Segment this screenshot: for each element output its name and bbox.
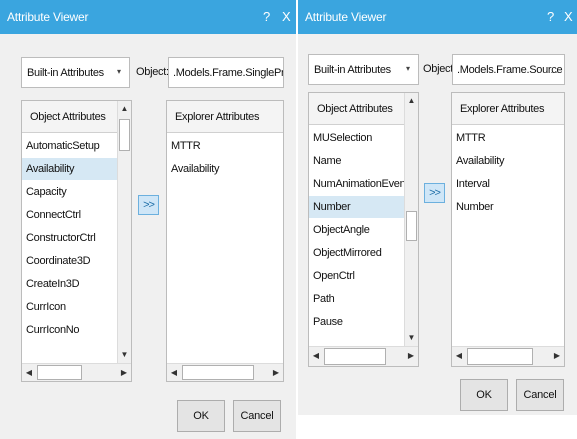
list-item[interactable]: NumAnimationEvents — [309, 173, 414, 195]
scroll-thumb[interactable] — [37, 365, 82, 380]
list-item[interactable]: Name — [309, 150, 404, 172]
object-path-field[interactable]: .Models.Frame.Source ... — [452, 54, 565, 85]
horizontal-scrollbar[interactable]: ◀ ▶ — [167, 363, 283, 381]
list-header: Object Attributes — [309, 93, 404, 125]
close-button[interactable]: X — [564, 9, 573, 24]
list-item[interactable]: ConnectCtrl — [22, 204, 117, 226]
scroll-thumb[interactable] — [182, 365, 254, 380]
scroll-right-icon[interactable]: ▶ — [404, 347, 418, 366]
scroll-thumb[interactable] — [119, 119, 130, 151]
object-attributes-list[interactable]: Object Attributes MUSelection Name NumAn… — [308, 92, 419, 367]
scroll-left-icon[interactable]: ◀ — [309, 347, 323, 366]
list-item[interactable]: MUSelection — [309, 127, 404, 149]
list-item[interactable]: ConstructorCtrl — [22, 227, 117, 249]
attribute-set-value: Built-in Attributes — [314, 64, 391, 76]
explorer-attributes-list[interactable]: Explorer Attributes MTTR Availability ◀ … — [166, 100, 284, 382]
list-item[interactable]: AutomaticSetup — [22, 135, 117, 157]
explorer-attributes-list[interactable]: Explorer Attributes MTTR Availability In… — [451, 92, 565, 367]
attribute-set-value: Built-in Attributes — [27, 67, 104, 79]
list-item[interactable]: ObjectAngle — [309, 219, 404, 241]
explorer-attributes-header: Explorer Attributes — [460, 103, 545, 115]
object-path-value: .Models.Frame.Source — [457, 64, 563, 76]
list-item[interactable]: Availability — [452, 150, 564, 172]
attribute-set-dropdown[interactable]: Built-in Attributes ▾ — [21, 57, 130, 88]
list-item[interactable]: Coordinate3D — [22, 250, 117, 272]
list-item[interactable]: ObjectMirrored — [309, 242, 404, 264]
object-path-field[interactable]: .Models.Frame.SingleProc ... — [168, 57, 284, 88]
transfer-button[interactable]: >> — [138, 195, 159, 215]
object-label: Object: — [423, 63, 456, 75]
vertical-scrollbar[interactable]: ▲ ▼ — [404, 93, 418, 346]
list-header: Explorer Attributes — [167, 101, 283, 133]
scroll-left-icon[interactable]: ◀ — [167, 364, 181, 381]
explorer-attributes-header: Explorer Attributes — [175, 111, 260, 123]
list-item[interactable]: CreateIn3D — [22, 273, 117, 295]
list-header: Explorer Attributes — [452, 93, 564, 125]
scroll-down-icon[interactable]: ▼ — [118, 347, 131, 363]
browse-button[interactable]: ... — [269, 68, 277, 78]
title-bar[interactable]: Attribute Viewer ? X — [298, 0, 577, 34]
object-attributes-header: Object Attributes — [317, 103, 393, 115]
list-item[interactable]: Path — [309, 288, 404, 310]
list-item-selected[interactable]: Number — [309, 196, 404, 218]
scroll-left-icon[interactable]: ◀ — [452, 347, 466, 366]
scroll-right-icon[interactable]: ▶ — [269, 364, 283, 381]
scroll-down-icon[interactable]: ▼ — [405, 330, 418, 346]
attribute-viewer-dialog-1: Attribute Viewer ? X Built-in Attributes… — [0, 0, 296, 439]
ok-button[interactable]: OK — [460, 379, 508, 411]
scroll-right-icon[interactable]: ▶ — [550, 347, 564, 366]
browse-button[interactable]: ... — [550, 65, 558, 75]
help-button[interactable]: ? — [547, 9, 554, 24]
list-item[interactable]: Number — [452, 196, 564, 218]
horizontal-scrollbar[interactable]: ◀ ▶ — [309, 346, 418, 366]
list-item[interactable]: CurrIconNo — [22, 319, 117, 341]
list-item[interactable]: Availability — [167, 158, 283, 180]
transfer-button[interactable]: >> — [424, 183, 445, 203]
scroll-left-icon[interactable]: ◀ — [22, 364, 36, 381]
object-attributes-list[interactable]: Object Attributes AutomaticSetup Availab… — [21, 100, 132, 382]
list-item-selected[interactable]: Availability — [22, 158, 117, 180]
list-item[interactable]: MTTR — [167, 135, 283, 157]
help-button[interactable]: ? — [263, 9, 270, 24]
vertical-scrollbar[interactable]: ▲ ▼ — [117, 101, 131, 363]
dialog-title: Attribute Viewer — [305, 10, 387, 24]
attribute-viewer-dialog-2: Attribute Viewer ? X Built-in Attributes… — [298, 0, 577, 415]
object-label: Object: — [136, 66, 169, 78]
dialog-title: Attribute Viewer — [7, 10, 89, 24]
close-button[interactable]: X — [282, 9, 291, 24]
list-item[interactable]: Pause — [309, 311, 404, 333]
horizontal-scrollbar[interactable]: ◀ ▶ — [22, 363, 131, 381]
list-item[interactable]: Capacity — [22, 181, 117, 203]
title-bar[interactable]: Attribute Viewer ? X — [0, 0, 296, 34]
scroll-thumb[interactable] — [467, 348, 533, 365]
scroll-up-icon[interactable]: ▲ — [405, 93, 418, 109]
scroll-up-icon[interactable]: ▲ — [118, 101, 131, 117]
list-item[interactable]: OpenCtrl — [309, 265, 404, 287]
object-attributes-header: Object Attributes — [30, 111, 106, 123]
attribute-set-dropdown[interactable]: Built-in Attributes ▾ — [308, 54, 419, 85]
scroll-thumb[interactable] — [324, 348, 386, 365]
list-item[interactable]: MTTR — [452, 127, 564, 149]
object-path-value: .Models.Frame.SingleProc — [173, 67, 284, 79]
cancel-button[interactable]: Cancel — [516, 379, 564, 411]
scroll-thumb[interactable] — [406, 211, 417, 241]
list-header: Object Attributes — [22, 101, 117, 133]
horizontal-scrollbar[interactable]: ◀ ▶ — [452, 346, 564, 366]
list-item[interactable]: CurrIcon — [22, 296, 117, 318]
cancel-button[interactable]: Cancel — [233, 400, 281, 432]
ok-button[interactable]: OK — [177, 400, 225, 432]
scroll-right-icon[interactable]: ▶ — [117, 364, 131, 381]
list-item[interactable]: Interval — [452, 173, 564, 195]
chevron-down-icon: ▾ — [116, 67, 121, 76]
chevron-down-icon: ▾ — [405, 64, 410, 73]
